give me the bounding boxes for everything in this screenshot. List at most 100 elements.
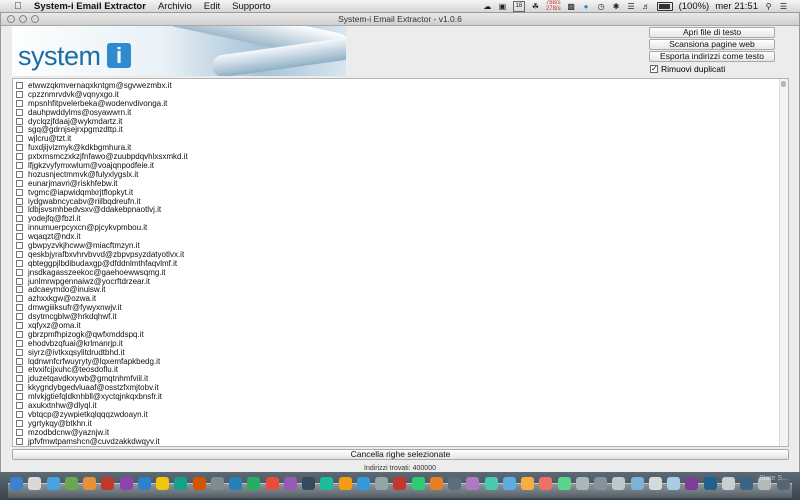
dock-app-icon[interactable] bbox=[247, 477, 261, 490]
dock-app-icon[interactable] bbox=[575, 477, 589, 490]
dock-app-icon[interactable] bbox=[484, 477, 498, 490]
email-row-checkbox[interactable] bbox=[16, 126, 23, 134]
email-row-checkbox[interactable] bbox=[16, 117, 23, 125]
email-row[interactable]: eunarjmavri@riskhfebw.it bbox=[16, 179, 788, 188]
email-row-checkbox[interactable] bbox=[16, 161, 23, 169]
email-row-checkbox[interactable] bbox=[16, 144, 23, 152]
email-row[interactable]: lqdnwnfcrfwuyryty@lqxemfapkbedg.it bbox=[16, 357, 788, 366]
export-addresses-button[interactable]: Esporta indirizzi come testo bbox=[649, 51, 775, 62]
email-row-checkbox[interactable] bbox=[16, 286, 23, 294]
dock-app-icon[interactable] bbox=[28, 477, 42, 490]
email-row[interactable]: mpsnhfitpvelerbeka@wodenvdivonga.it bbox=[16, 99, 788, 108]
minimize-window-icon[interactable] bbox=[19, 15, 27, 23]
email-row-checkbox[interactable] bbox=[16, 224, 23, 232]
box-icon[interactable]: ▣ bbox=[498, 2, 507, 11]
wifi-icon[interactable]: ☰ bbox=[627, 2, 636, 11]
dock-app-icon[interactable] bbox=[429, 477, 443, 490]
email-row[interactable]: kkygndybgedvluaaf@osstzfxmjtobv.it bbox=[16, 383, 788, 392]
email-row-checkbox[interactable] bbox=[16, 357, 23, 365]
email-row[interactable]: etvxifcjjxuhc@teosdoflu.it bbox=[16, 365, 788, 374]
dock-app-icon[interactable] bbox=[502, 477, 516, 490]
remove-duplicates-option[interactable]: ✓ Rimuovi duplicati bbox=[650, 64, 725, 74]
dock-app-icon[interactable] bbox=[174, 477, 188, 490]
volume-icon[interactable]: ♬ bbox=[642, 2, 651, 11]
dock-app-icon[interactable] bbox=[539, 477, 553, 490]
email-row[interactable]: tvgmc@iapwidqmlxrjtflopkyt.it bbox=[16, 188, 788, 197]
email-row-checkbox[interactable] bbox=[16, 366, 23, 374]
email-row[interactable]: junlmrwpgennaiwz@yocrftdrzear.it bbox=[16, 277, 788, 286]
email-row-checkbox[interactable] bbox=[16, 402, 23, 409]
email-row[interactable]: azhxxkgw@ozwa.it bbox=[16, 294, 788, 303]
email-row-checkbox[interactable] bbox=[16, 419, 23, 427]
email-row[interactable]: ehodvbzqfuai@krlmanrjp.it bbox=[16, 339, 788, 348]
email-row-checkbox[interactable] bbox=[16, 153, 23, 161]
email-row-checkbox[interactable] bbox=[16, 188, 23, 196]
dock-app-icon[interactable] bbox=[521, 477, 534, 490]
email-row[interactable]: gbrzpmfhpizogk@qwfxmddspq.it bbox=[16, 330, 788, 339]
dock-app-icon[interactable] bbox=[302, 477, 315, 490]
cloud-icon[interactable]: ☁ bbox=[483, 2, 492, 11]
email-row[interactable]: innumuerpcyxcn@pjcykvpmbou.it bbox=[16, 223, 788, 232]
email-row[interactable]: mlvkjgtiefqldknhbll@xyctqjnkqxbnsfr.it bbox=[16, 392, 788, 401]
email-row-checkbox[interactable] bbox=[16, 99, 23, 107]
email-row[interactable]: iwzchsmidmahcw@znihkoxydcem.it bbox=[16, 445, 788, 446]
clock[interactable]: mer 21:51 bbox=[715, 1, 758, 12]
email-row[interactable]: hozusnjectmmvk@fulyxlygslx.it bbox=[16, 170, 788, 179]
apple-menu-icon[interactable]:  bbox=[12, 1, 24, 12]
email-row-checkbox[interactable] bbox=[16, 250, 23, 258]
dock-app-icon[interactable] bbox=[210, 477, 224, 490]
leaf-icon[interactable]: ☘ bbox=[531, 2, 540, 11]
scan-web-pages-button[interactable]: Scansiona pagine web bbox=[649, 39, 775, 50]
email-row[interactable]: cpzznmrvdvk@vqnyxgo.it bbox=[16, 90, 788, 99]
email-row[interactable]: dsytmcgblw@hrkdqhwf.it bbox=[16, 312, 788, 321]
battery-icon[interactable] bbox=[656, 1, 673, 11]
dock-app-icon[interactable] bbox=[356, 477, 370, 490]
email-row[interactable]: wjlcru@tzt.it bbox=[16, 134, 788, 143]
monitor-icon[interactable]: ▩ bbox=[567, 2, 576, 11]
email-row-checkbox[interactable] bbox=[16, 197, 23, 205]
email-row-checkbox[interactable] bbox=[16, 428, 23, 436]
email-row-checkbox[interactable] bbox=[16, 108, 23, 116]
email-row-checkbox[interactable] bbox=[16, 304, 23, 312]
dock-app-icon[interactable] bbox=[466, 477, 480, 490]
email-row[interactable]: qbteggpjlbdibudaxgp@dfddnlmthfaqvlmf.it bbox=[16, 259, 788, 268]
email-row-checkbox[interactable] bbox=[16, 135, 23, 143]
dock-app-icon[interactable] bbox=[375, 477, 388, 490]
email-row[interactable]: gbwpyzvkjhcww@miacftmzyn.it bbox=[16, 241, 788, 250]
email-row-checkbox[interactable] bbox=[16, 268, 23, 276]
dock-app-icon[interactable] bbox=[338, 477, 352, 490]
email-row-checkbox[interactable] bbox=[16, 313, 23, 321]
dock-app-icon[interactable] bbox=[393, 477, 407, 490]
email-row[interactable]: mzodbdcnw@yaznjw.it bbox=[16, 428, 788, 437]
list-scrollbar[interactable] bbox=[779, 79, 788, 446]
email-row-checkbox[interactable] bbox=[16, 259, 23, 267]
dock-app-icon[interactable] bbox=[265, 477, 279, 490]
email-row-checkbox[interactable] bbox=[16, 348, 23, 356]
email-row[interactable]: vbtqcp@zywpietkqlqqqzwdoayn.it bbox=[16, 410, 788, 419]
email-row-checkbox[interactable] bbox=[16, 321, 23, 329]
window-titlebar[interactable]: System-i Email Extractor - v1.0.6 bbox=[1, 13, 799, 26]
dock-app-icon[interactable] bbox=[192, 477, 206, 490]
dock-app-icon[interactable] bbox=[119, 477, 133, 490]
email-row[interactable]: xqfyxz@oma.it bbox=[16, 321, 788, 330]
spotlight-search-icon[interactable]: ⚲ bbox=[764, 2, 773, 11]
dock-app-icon[interactable] bbox=[101, 477, 115, 490]
email-row[interactable]: ldbjsvsmhbedvsxv@ddakebpnaotlvj.it bbox=[16, 205, 788, 214]
dock-app-icon[interactable] bbox=[83, 477, 96, 490]
email-row[interactable]: ygrtykqy@btkhn.it bbox=[16, 419, 788, 428]
email-row[interactable]: jpfvfmwtpamshcn@cuvdzakkdwqyv.it bbox=[16, 437, 788, 446]
email-row-checkbox[interactable] bbox=[16, 393, 23, 401]
dock-app-icon[interactable] bbox=[648, 477, 662, 490]
email-row[interactable]: dyclqzjfdaaj@wykmdartz.it bbox=[16, 117, 788, 126]
email-row-checkbox[interactable] bbox=[16, 170, 23, 178]
dock-app-icon[interactable] bbox=[685, 477, 699, 490]
email-row-checkbox[interactable] bbox=[16, 241, 23, 249]
email-row-checkbox[interactable] bbox=[16, 330, 23, 338]
email-row-checkbox[interactable] bbox=[16, 215, 23, 223]
email-row-checkbox[interactable] bbox=[16, 90, 23, 98]
dock-app-icon[interactable] bbox=[64, 477, 78, 490]
dock-app-icon[interactable] bbox=[721, 477, 735, 490]
dock-app-icon[interactable] bbox=[630, 477, 644, 490]
email-row-checkbox[interactable] bbox=[16, 375, 23, 383]
email-row[interactable]: jduzetqavdkxywb@gmqtnhmfviil.it bbox=[16, 374, 788, 383]
